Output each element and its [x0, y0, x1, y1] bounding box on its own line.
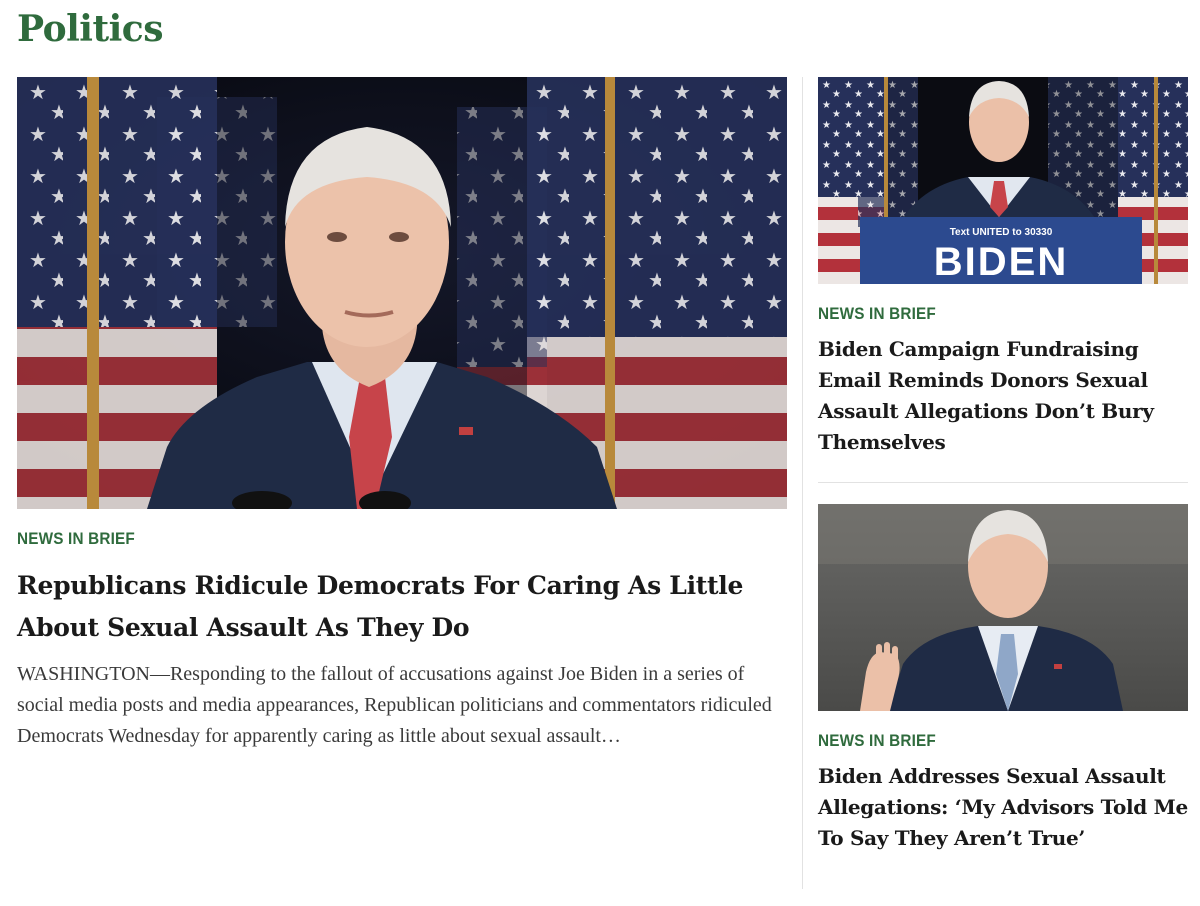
- side-story-2-image[interactable]: [818, 504, 1188, 711]
- podium-text-big: BIDEN: [934, 240, 1068, 284]
- side-story-2: NEWS IN BRIEF Biden Addresses Sexual Ass…: [818, 504, 1188, 854]
- section-title[interactable]: Politics: [17, 4, 163, 54]
- side-divider: [818, 482, 1188, 483]
- lead-story-image[interactable]: ★ ★: [17, 77, 787, 509]
- lead-story-headline[interactable]: Republicans Ridicule Democrats For Carin…: [17, 565, 787, 649]
- side-story-1-image[interactable]: ★ ★ Text: [818, 77, 1188, 284]
- column-divider: [802, 77, 803, 889]
- lead-story-excerpt: WASHINGTON—Responding to the fallout of …: [17, 663, 772, 747]
- side-story-1: ★ ★ Text: [818, 77, 1188, 458]
- podium-text-small: Text UNITED to 30330: [950, 227, 1053, 238]
- side-story-2-kicker[interactable]: NEWS IN BRIEF: [818, 731, 1151, 751]
- lead-story-kicker[interactable]: NEWS IN BRIEF: [17, 529, 710, 549]
- lead-story: ★ ★: [17, 77, 787, 752]
- side-story-2-headline[interactable]: Biden Addresses Sexual Assault Allegatio…: [818, 761, 1188, 854]
- side-story-1-headline[interactable]: Biden Campaign Fundraising Email Reminds…: [818, 334, 1188, 458]
- side-story-1-kicker[interactable]: NEWS IN BRIEF: [818, 304, 1151, 324]
